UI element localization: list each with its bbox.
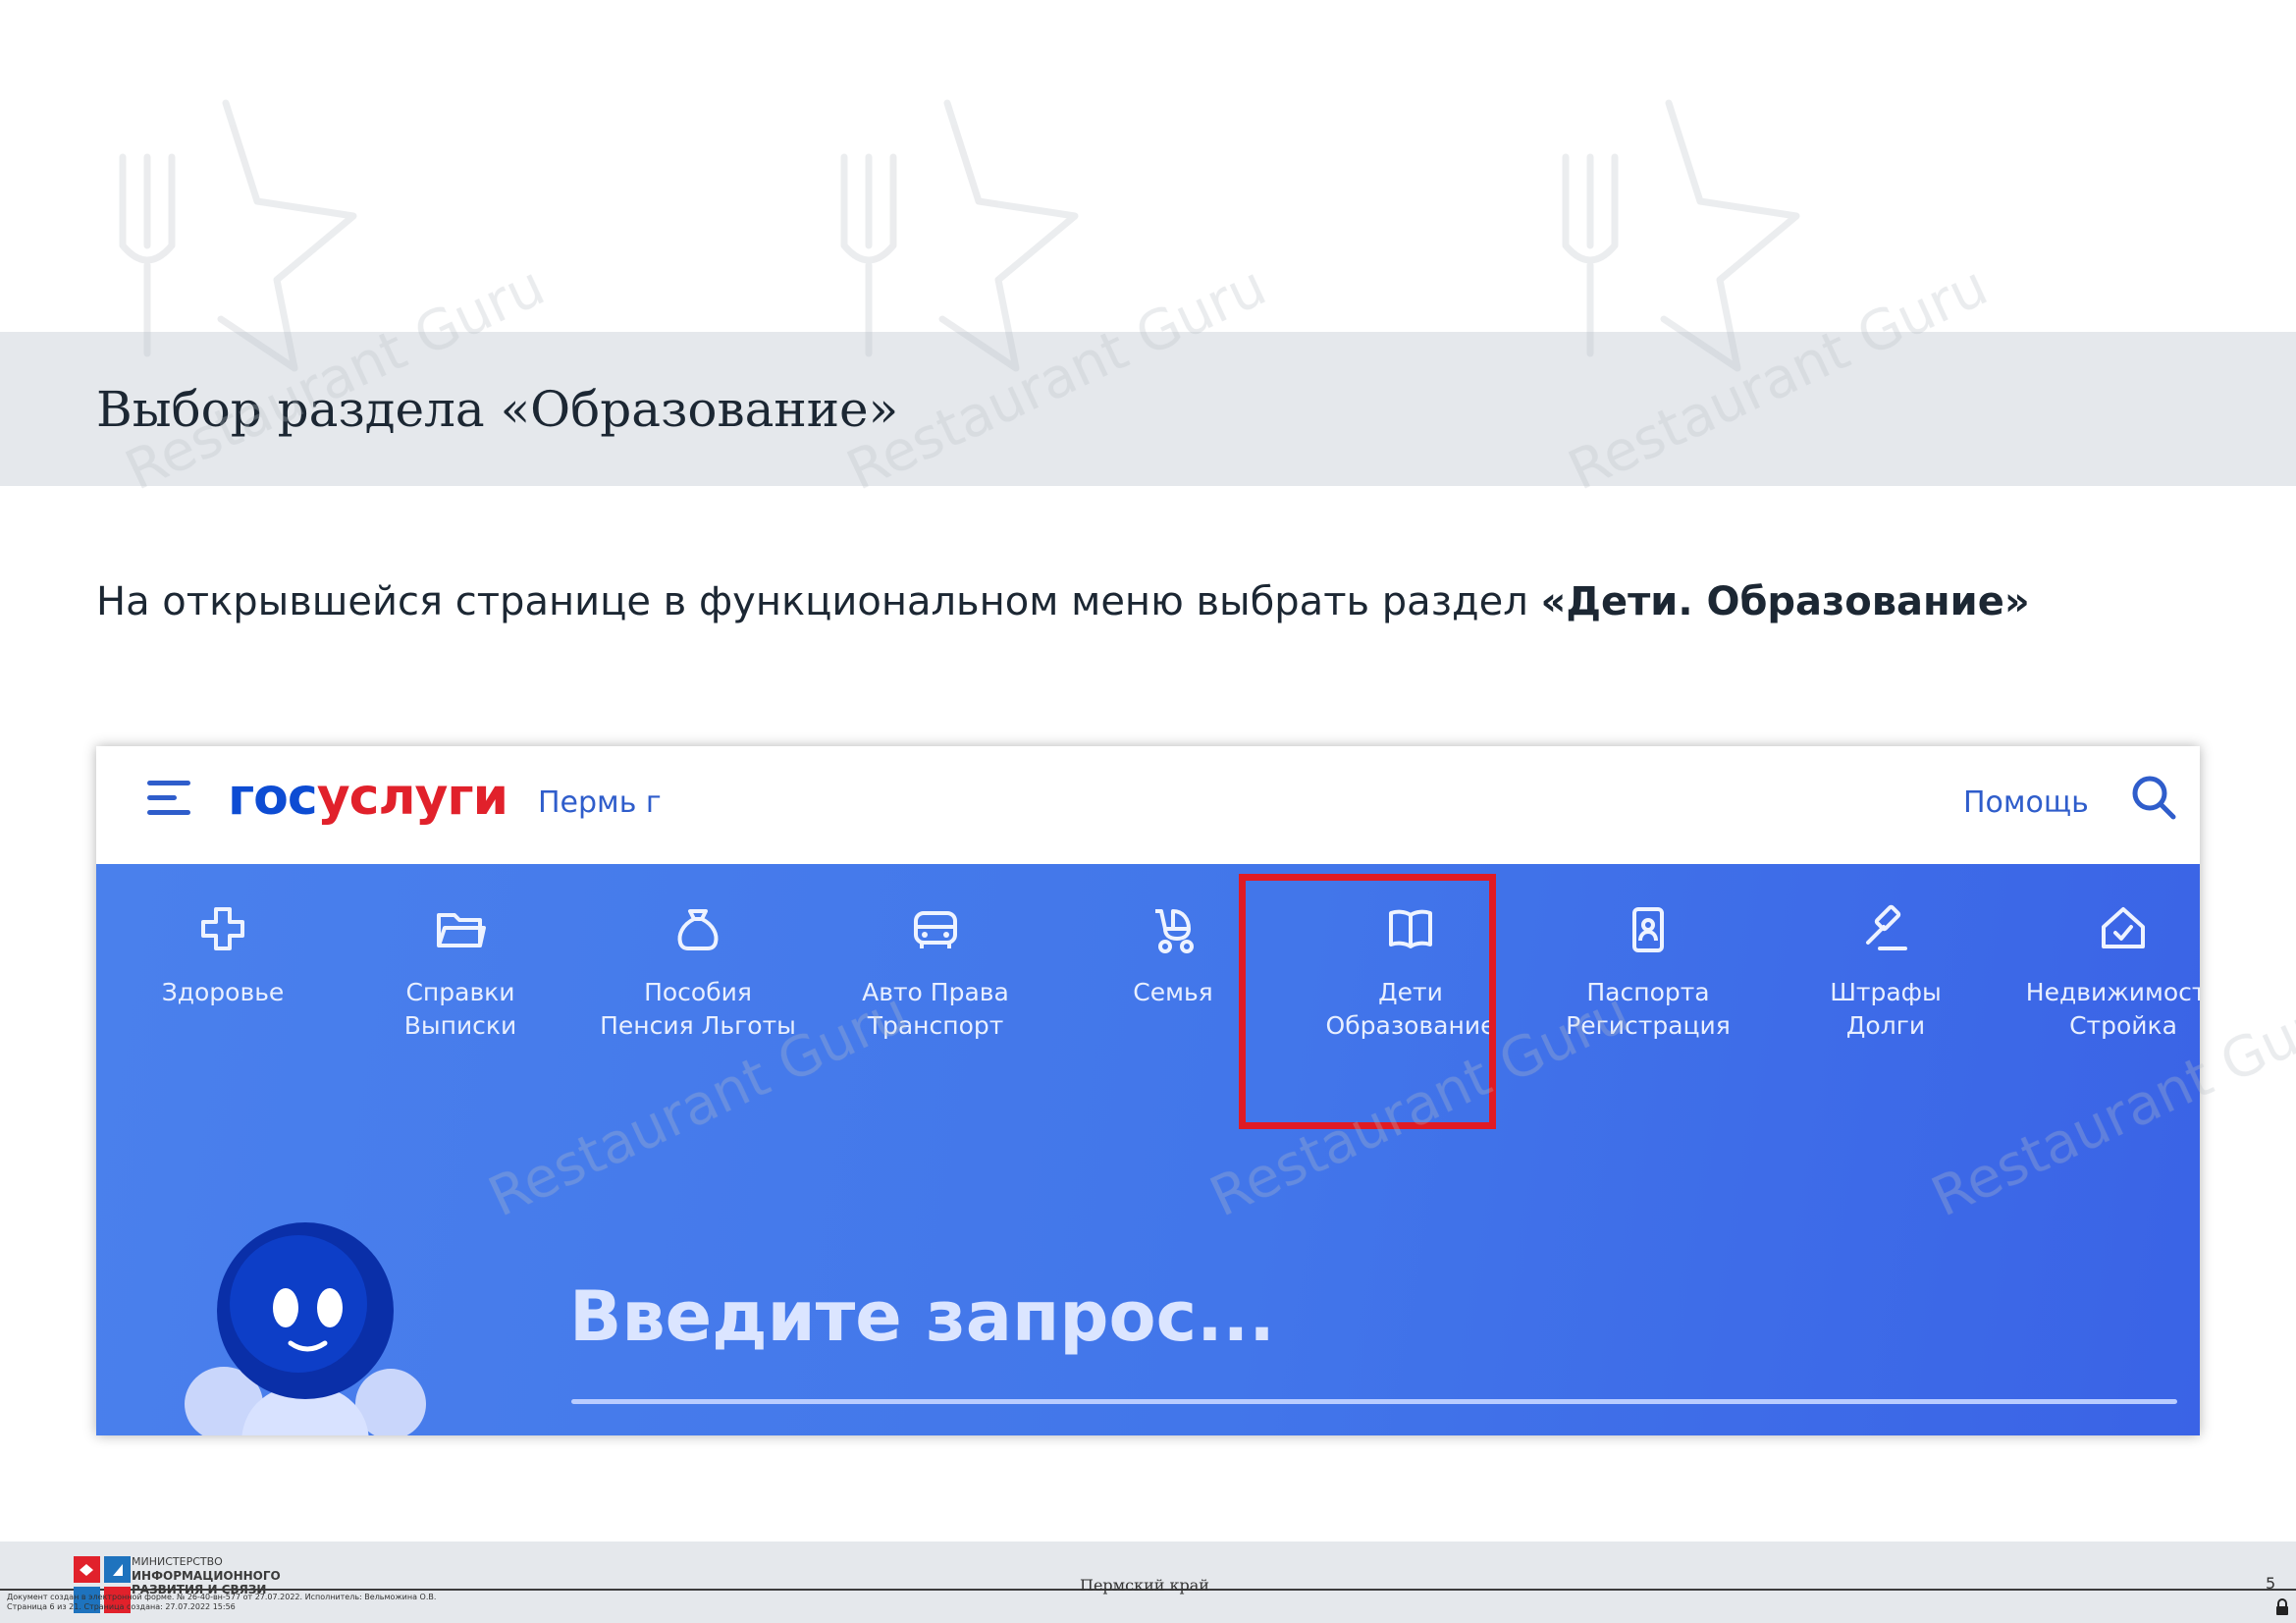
page-number: 5 bbox=[2266, 1574, 2276, 1593]
document-meta-line-2: Страница 6 из 21. Страница создана: 27.0… bbox=[7, 1602, 236, 1611]
gosuslugi-screenshot: госуслуги Пермь г Помощь Здоровье Справк… bbox=[96, 746, 2200, 1435]
category-label-2: Долги bbox=[1845, 1011, 1926, 1040]
slide-title: Выбор раздела «Образование» bbox=[96, 381, 899, 438]
logo-part-uslugi: услуги bbox=[316, 768, 508, 827]
robot-mascot bbox=[185, 1222, 426, 1435]
site-header: госуслуги Пермь г Помощь bbox=[96, 746, 2200, 864]
category-label-2: Транспорт bbox=[867, 1011, 1004, 1040]
category-label-2: Стройка bbox=[2069, 1011, 2177, 1040]
category-label-2: Регистрация bbox=[1566, 1011, 1731, 1040]
category-label-1: Паспорта bbox=[1586, 978, 1710, 1006]
lock-icon bbox=[2276, 1598, 2288, 1615]
category-health[interactable]: Здоровье bbox=[105, 901, 341, 1009]
highlight-frame bbox=[1239, 874, 1496, 1129]
ministry-name: МИНИСТЕРСТВО ИНФОРМАЦИОННОГО РАЗВИТИЯ И … bbox=[132, 1555, 281, 1596]
search-icon[interactable] bbox=[2124, 768, 2183, 827]
footer-region: Пермский край bbox=[1080, 1576, 1209, 1595]
logo-part-gos: гос bbox=[228, 768, 318, 827]
car-icon bbox=[914, 911, 957, 948]
document-meta: Документ создан в электронной форме. № 2… bbox=[7, 1593, 436, 1612]
category-real-estate[interactable]: Недвижимость Стройка bbox=[2005, 901, 2200, 1043]
instruction-highlight: «Дети. Образование» bbox=[1540, 579, 2030, 624]
category-label-1: Справки bbox=[405, 978, 515, 1006]
house-check-icon bbox=[2102, 907, 2145, 948]
category-label-2: Пенсия Льготы bbox=[600, 1011, 796, 1040]
instruction-prefix: На открывшейся странице в функциональном… bbox=[96, 579, 1541, 624]
passport-icon bbox=[1632, 907, 1664, 952]
instruction-text: На открывшейся странице в функциональном… bbox=[96, 579, 2030, 624]
category-label-1: Здоровье bbox=[161, 978, 285, 1006]
gavel-icon bbox=[1866, 904, 1907, 950]
category-label-1: Недвижимость bbox=[2025, 978, 2200, 1006]
search-input[interactable]: Введите запрос... bbox=[569, 1276, 1275, 1357]
region-selector[interactable]: Пермь г bbox=[538, 785, 662, 820]
category-benefits[interactable]: Пособия Пенсия Льготы bbox=[580, 901, 816, 1043]
gosuslugi-logo[interactable]: госуслуги bbox=[228, 768, 508, 827]
category-label-1: Штрафы bbox=[1830, 978, 1942, 1006]
search-input-underline bbox=[571, 1399, 2177, 1404]
medical-cross-icon bbox=[201, 907, 244, 950]
hero-panel: Здоровье Справки Выписки Пособия Пенсия Ль… bbox=[96, 864, 2200, 1435]
menu-icon[interactable] bbox=[147, 781, 190, 820]
category-label-1: Пособия bbox=[644, 978, 752, 1006]
money-bag-icon bbox=[677, 909, 719, 950]
help-link[interactable]: Помощь bbox=[1963, 785, 2089, 820]
category-passports[interactable]: Паспорта Регистрация bbox=[1530, 901, 1766, 1043]
folder-icon bbox=[437, 913, 486, 947]
stroller-icon bbox=[1155, 909, 1194, 953]
category-label-2: Выписки bbox=[403, 1011, 517, 1040]
ministry-line-2: ИНФОРМАЦИОННОГО bbox=[132, 1569, 281, 1583]
category-label-1: Авто Права bbox=[862, 978, 1009, 1006]
category-auto[interactable]: Авто Права Транспорт bbox=[818, 901, 1053, 1043]
category-fines[interactable]: Штрафы Долги bbox=[1768, 901, 2003, 1043]
ministry-line-1: МИНИСТЕРСТВО bbox=[132, 1555, 223, 1568]
document-meta-line-1: Документ создан в электронной форме. № 2… bbox=[7, 1593, 437, 1601]
category-certificates[interactable]: Справки Выписки bbox=[343, 901, 578, 1043]
